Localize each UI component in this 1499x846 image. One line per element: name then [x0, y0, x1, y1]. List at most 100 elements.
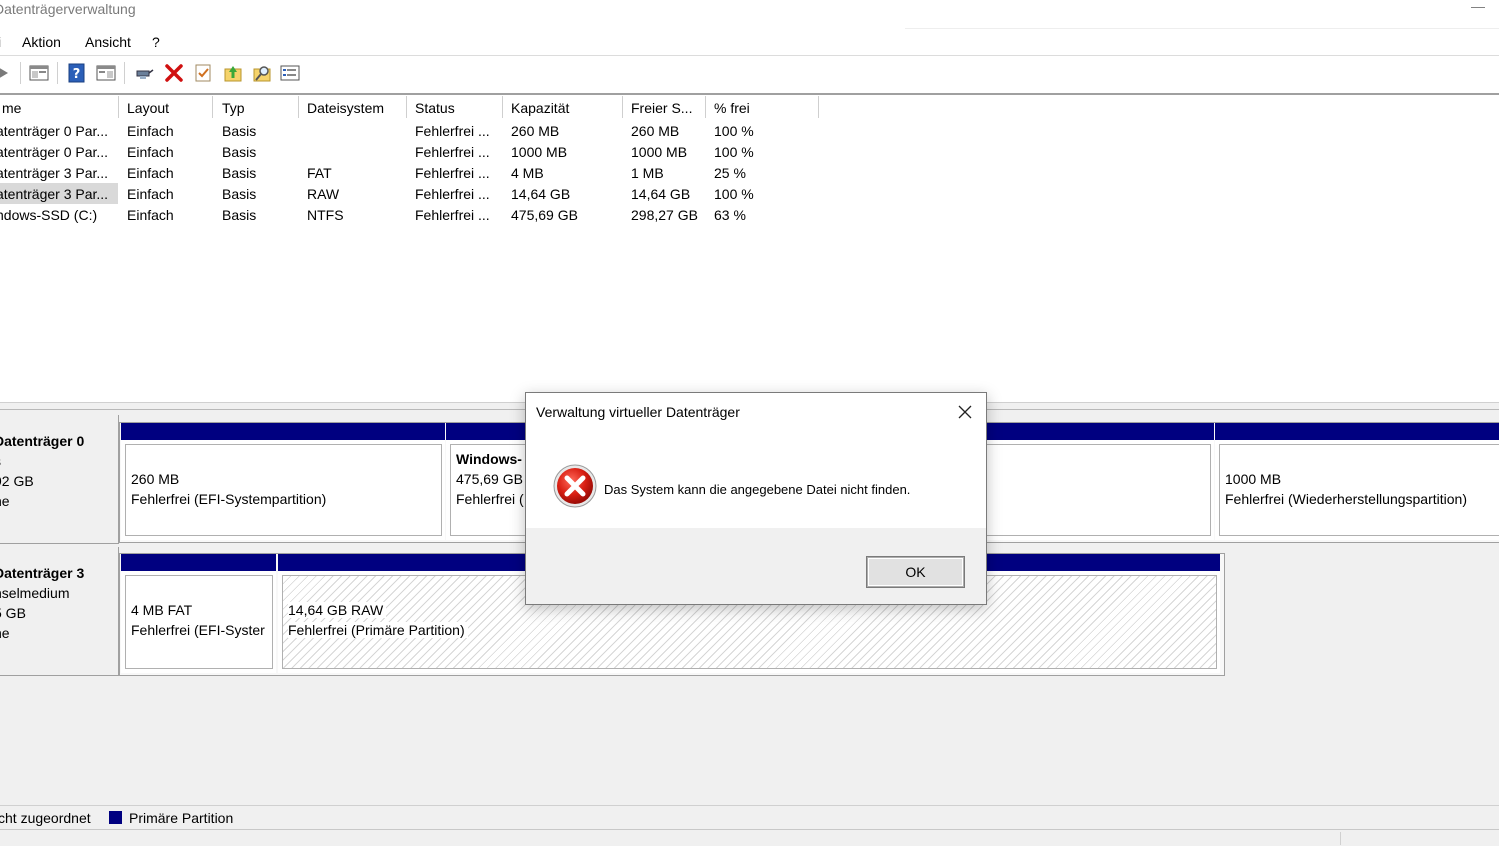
menu-file[interactable]: i: [0, 34, 1, 50]
legend-bar: cht zugeordnet Primäre Partition: [0, 805, 1499, 830]
legend-unallocated: cht zugeordnet: [0, 810, 91, 826]
search-icon[interactable]: [252, 63, 272, 83]
disk-size: 92 GB: [0, 473, 34, 489]
delete-icon[interactable]: [164, 63, 184, 83]
menu-help[interactable]: ?: [152, 34, 160, 50]
status-bar: [0, 829, 1499, 846]
cell-free-space: 14,64 GB: [631, 186, 691, 202]
dialog-message: Das System kann die angegebene Datei nic…: [604, 482, 911, 497]
column-header-filesystem[interactable]: Dateisystem: [299, 96, 407, 118]
menu-ansicht[interactable]: Ansicht: [85, 34, 131, 50]
column-header-label: Status: [415, 100, 455, 116]
column-header-layout[interactable]: Layout: [119, 96, 213, 118]
properties-icon[interactable]: [280, 63, 300, 83]
cell-capacity: 260 MB: [511, 123, 560, 139]
help-icon[interactable]: ?: [67, 63, 87, 83]
partition-box: 260 MB Fehlerfrei (EFI-Systempartition): [125, 444, 442, 536]
partition-efi[interactable]: 260 MB Fehlerfrei (EFI-Systempartition): [121, 423, 445, 540]
disk-type: hselmedium: [0, 585, 70, 601]
folder-up-icon[interactable]: [223, 63, 243, 83]
volume-list-header: me Layout Typ Dateisystem Status Kapazit…: [0, 96, 1499, 119]
column-header-percent-free[interactable]: % frei: [706, 96, 819, 118]
column-header-status[interactable]: Status: [407, 96, 503, 118]
console-tree-icon[interactable]: [29, 63, 49, 83]
partition-bar: [121, 423, 445, 440]
table-row[interactable]: ndows-SSD (C:) Einfach Basis NTFS Fehler…: [0, 204, 1499, 225]
show-hide-pane-icon[interactable]: [96, 63, 116, 83]
cell-layout: Einfach: [127, 207, 174, 223]
close-icon[interactable]: [952, 399, 978, 425]
cell-status: Fehlerfrei ...: [415, 186, 490, 202]
partition-bar: [1215, 423, 1499, 440]
disk-status: ne: [0, 493, 10, 509]
error-dialog: Verwaltung virtueller Datenträger Das Sy…: [525, 392, 987, 605]
minimize-button[interactable]: —: [1471, 0, 1485, 14]
partition-size: 260 MB: [131, 471, 180, 487]
cell-filesystem: FAT: [307, 165, 332, 181]
column-header-capacity[interactable]: Kapazität: [503, 96, 623, 118]
column-header-name[interactable]: me: [0, 96, 119, 118]
table-row-selected[interactable]: atenträger 3 Par... Einfach Basis RAW Fe…: [0, 183, 1499, 204]
column-header-type[interactable]: Typ: [214, 96, 299, 118]
cell-name: atenträger 0 Par...: [0, 123, 109, 139]
column-header-label: Dateisystem: [307, 100, 385, 116]
cell-layout: Einfach: [127, 186, 174, 202]
table-row[interactable]: atenträger 0 Par... Einfach Basis Fehler…: [0, 120, 1499, 141]
svg-text:?: ?: [73, 67, 81, 82]
partition-status: Fehlerfrei (Wiederherstellungspartition): [1225, 491, 1467, 507]
disk-3-label[interactable]: Datenträger 3 hselmedium 5 GB ne: [0, 547, 119, 676]
cell-status: Fehlerfrei ...: [415, 165, 490, 181]
column-header-label: % frei: [714, 100, 750, 116]
cell-free-space: 298,27 GB: [631, 207, 698, 223]
cell-type: Basis: [222, 207, 257, 223]
ok-button[interactable]: OK: [867, 557, 964, 587]
toolbar-separator: [57, 62, 58, 84]
cell-capacity: 14,64 GB: [511, 186, 571, 202]
cell-percent-free: 63 %: [714, 207, 746, 223]
table-row[interactable]: atenträger 3 Par... Einfach Basis FAT Fe…: [0, 162, 1499, 183]
partition-size: 1000 MB: [1225, 471, 1282, 487]
toolbar-separator: [124, 62, 125, 84]
cell-free-space: 260 MB: [631, 123, 680, 139]
check-icon[interactable]: [193, 63, 213, 83]
cell-layout: Einfach: [127, 144, 174, 160]
table-row[interactable]: atenträger 0 Par... Einfach Basis Fehler…: [0, 141, 1499, 162]
cell-free-space: 1000 MB: [631, 144, 688, 160]
cell-type: Basis: [222, 144, 257, 160]
partition-status: Fehlerfrei (: [456, 491, 524, 507]
dialog-title: Verwaltung virtueller Datenträger: [536, 404, 740, 420]
column-header-label: Freier S...: [631, 100, 693, 116]
connect-drive-icon[interactable]: [134, 63, 154, 83]
legend-primary-swatch: [109, 811, 122, 824]
dialog-footer: OK: [526, 528, 986, 604]
cell-capacity: 475,69 GB: [511, 207, 578, 223]
cell-filesystem: NTFS: [307, 207, 344, 223]
partition-bar: [121, 554, 276, 571]
column-header-free-space[interactable]: Freier S...: [623, 96, 706, 118]
partition-box: 1000 MB Fehlerfrei (Wiederherstellungspa…: [1219, 444, 1499, 536]
dialog-content: Das System kann die angegebene Datei nic…: [526, 431, 986, 528]
partition-recovery[interactable]: 1000 MB Fehlerfrei (Wiederherstellungspa…: [1215, 423, 1499, 540]
disk-type: s: [0, 453, 1, 469]
error-icon: [553, 464, 597, 508]
menu-aktion[interactable]: Aktion: [22, 34, 61, 50]
cell-free-space: 1 MB: [631, 165, 664, 181]
cell-capacity: 4 MB: [511, 165, 544, 181]
cell-layout: Einfach: [127, 123, 174, 139]
cell-percent-free: 25 %: [714, 165, 746, 181]
disk-size: 5 GB: [0, 605, 26, 621]
partition-fat[interactable]: 4 MB FAT Fehlerfrei (EFI-Syster: [121, 554, 276, 673]
back-arrow-icon[interactable]: [0, 63, 14, 83]
cell-layout: Einfach: [127, 165, 174, 181]
disk-name: Datenträger 0: [0, 433, 85, 449]
partition-box: 4 MB FAT Fehlerfrei (EFI-Syster: [125, 575, 273, 669]
cell-name: atenträger 3 Par...: [0, 165, 109, 181]
cell-name: atenträger 0 Par...: [0, 144, 109, 160]
column-header-label: me: [2, 100, 22, 116]
window-titlebar: Datenträgerverwaltung —: [0, 0, 1499, 30]
column-header-label: Kapazität: [511, 100, 570, 116]
partition-status: Fehlerfrei (EFI-Systempartition): [131, 491, 327, 507]
partition-status: Fehlerfrei (Primäre Partition): [288, 622, 468, 638]
disk-0-label[interactable]: Datenträger 0 s 92 GB ne: [0, 415, 119, 544]
menu-bar: i Aktion Ansicht ?: [0, 30, 1499, 54]
